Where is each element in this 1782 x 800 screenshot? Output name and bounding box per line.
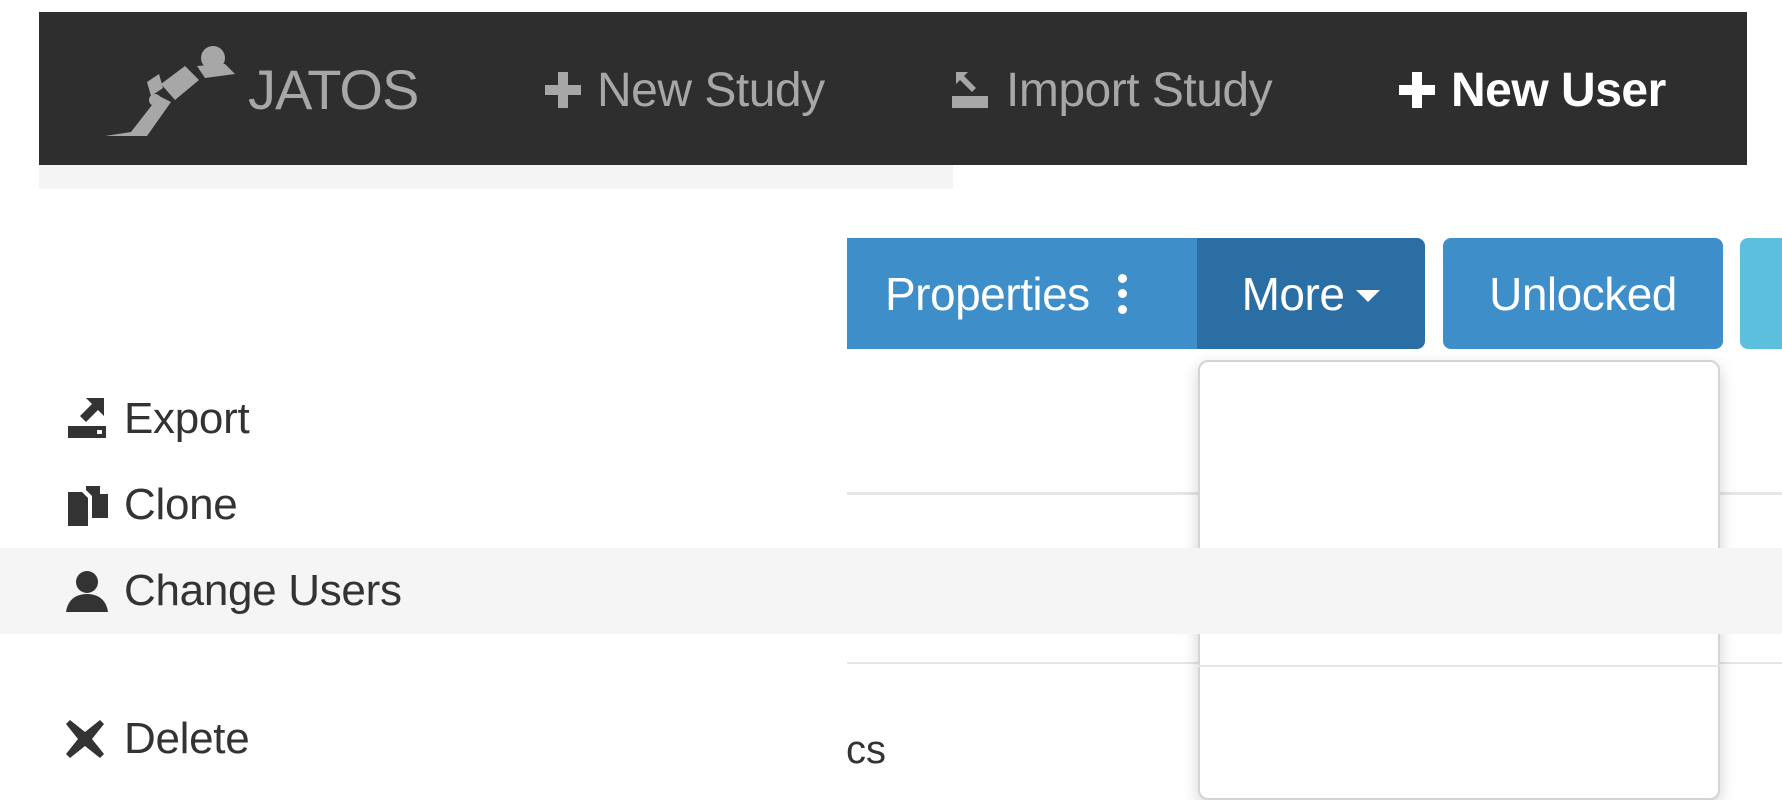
new-study-label: New Study — [597, 63, 825, 117]
new-user-link[interactable]: New User — [1397, 42, 1666, 138]
plus-icon — [1397, 70, 1437, 110]
more-dropdown-button[interactable]: More — [1197, 238, 1425, 349]
menu-item-change-users[interactable]: Change Users — [0, 548, 1782, 634]
brand-title[interactable]: JATOS — [248, 42, 419, 138]
page: JATOS New Study Import Study New User Pr… — [0, 0, 1782, 800]
menu-item-export[interactable]: Export — [0, 376, 1782, 462]
delete-icon — [64, 715, 112, 763]
new-study-link[interactable]: New Study — [543, 42, 825, 138]
menu-item-delete[interactable]: Delete — [0, 696, 1782, 782]
plus-icon — [543, 70, 583, 110]
properties-button[interactable]: Properties — [847, 238, 1197, 349]
study-button-group: Properties More — [847, 238, 1425, 349]
new-user-label: New User — [1451, 63, 1666, 117]
next-button-partial[interactable] — [1740, 238, 1782, 349]
menu-item-label: Export — [124, 394, 250, 443]
caret-down-icon — [1356, 289, 1381, 302]
user-icon — [64, 567, 112, 615]
import-icon — [948, 68, 992, 112]
import-study-label: Import Study — [1006, 63, 1273, 117]
menu-item-label: Change Users — [124, 566, 402, 615]
unlocked-button[interactable]: Unlocked — [1443, 238, 1723, 349]
menu-item-clone[interactable]: Clone — [0, 462, 1782, 548]
jatos-logo-icon[interactable] — [101, 44, 235, 144]
menu-item-label: Delete — [124, 714, 250, 763]
clone-icon — [64, 481, 112, 529]
vertical-dots-icon — [1117, 273, 1127, 314]
breadcrumb-area — [39, 165, 953, 189]
export-icon — [64, 395, 112, 443]
top-navbar: JATOS New Study Import Study New User — [39, 12, 1747, 165]
more-label: More — [1241, 267, 1345, 320]
menu-divider — [1198, 665, 1720, 667]
menu-item-label: Clone — [124, 480, 238, 529]
properties-label: Properties — [885, 267, 1090, 320]
import-study-link[interactable]: Import Study — [948, 42, 1273, 138]
unlocked-label: Unlocked — [1489, 267, 1677, 320]
